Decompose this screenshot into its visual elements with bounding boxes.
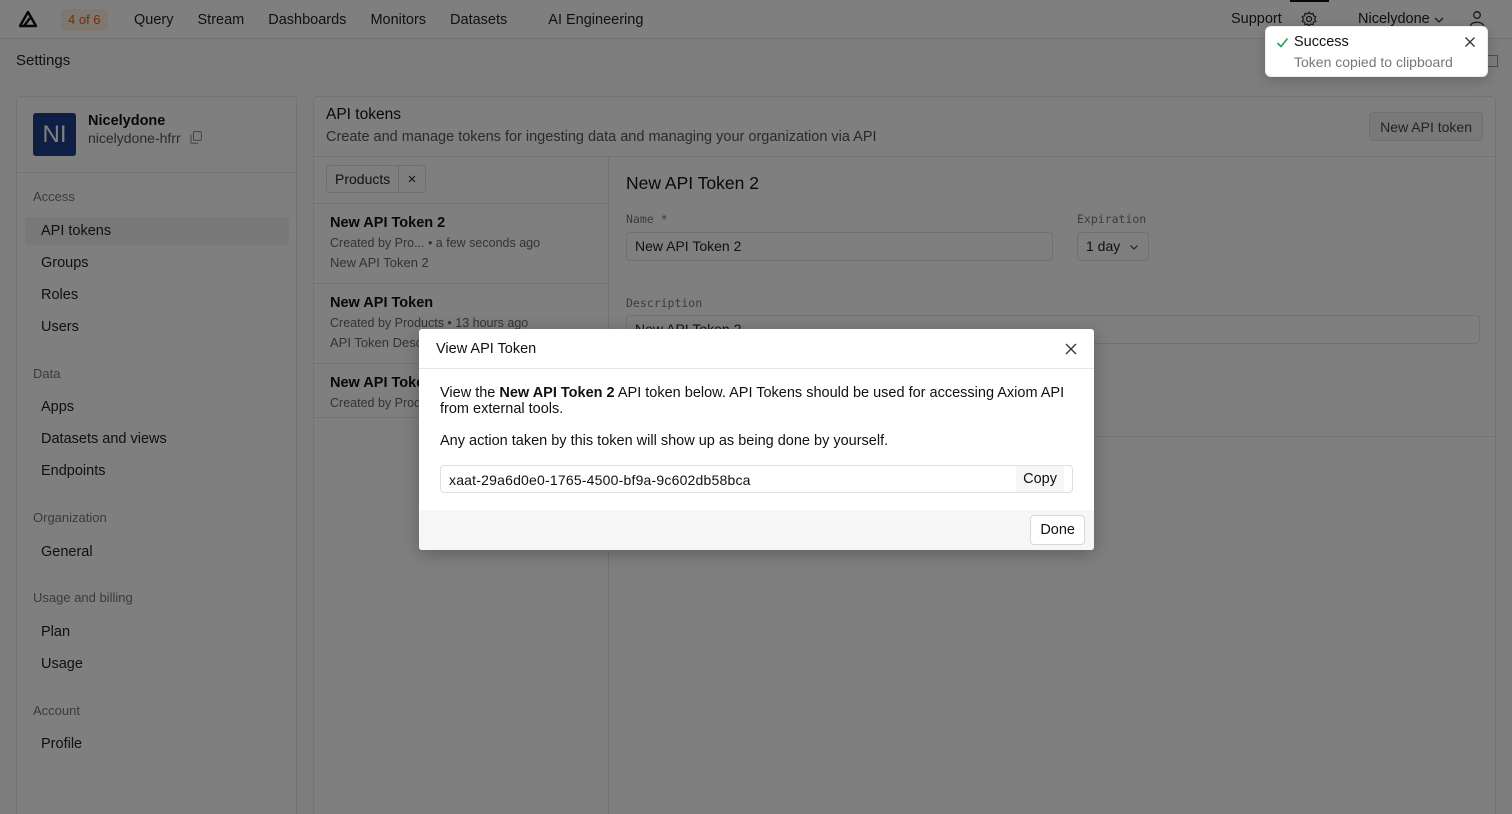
dialog-note: Any action taken by this token will show…: [440, 433, 889, 449]
close-icon[interactable]: [1064, 342, 1078, 356]
copy-button[interactable]: Copy: [1016, 466, 1064, 492]
close-icon[interactable]: [1464, 36, 1476, 48]
success-toast: Success Token copied to clipboard: [1265, 26, 1488, 77]
toast-message: Token copied to clipboard: [1294, 54, 1453, 70]
toast-title: Success: [1294, 34, 1349, 50]
token-field[interactable]: xaat-29a6d0e0-1765-4500-bf9a-9c602db58bc…: [440, 465, 1073, 493]
done-button[interactable]: Done: [1030, 515, 1085, 545]
dialog-footer: Done: [419, 510, 1094, 550]
view-api-token-dialog: View API Token View the New API Token 2 …: [419, 329, 1094, 550]
dialog-title: View API Token: [436, 341, 537, 357]
dialog-text: View the: [440, 385, 500, 401]
dialog-message: View the New API Token 2 API token below…: [440, 385, 1080, 417]
check-icon: [1276, 37, 1289, 48]
token-name-emphasis: New API Token 2: [499, 385, 615, 401]
token-value[interactable]: xaat-29a6d0e0-1765-4500-bf9a-9c602db58bc…: [449, 472, 751, 488]
dialog-header: View API Token: [419, 329, 1094, 369]
